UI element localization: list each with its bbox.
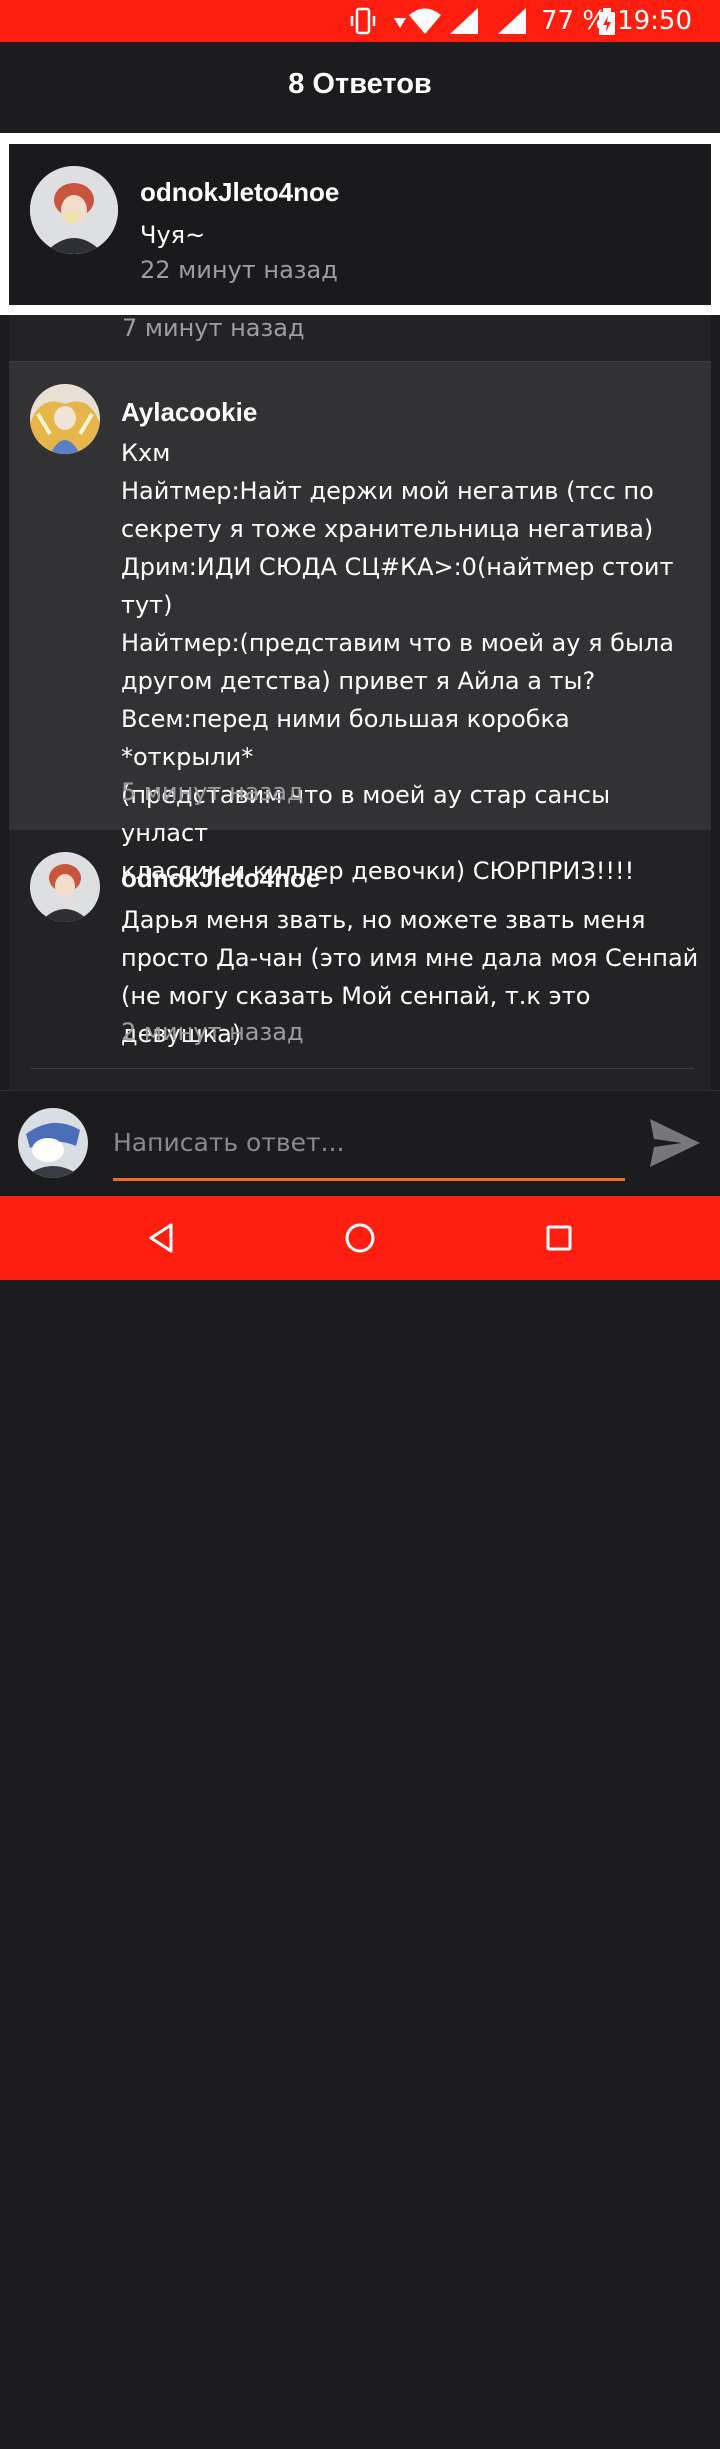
reply-line: Дарья меня звать, но можете звать меня — [121, 906, 646, 934]
avatar[interactable] — [30, 166, 118, 254]
comment-username[interactable]: odnokJleto4noe — [140, 177, 339, 208]
reply-item[interactable]: odnokJleto4noe Дарья меня звать, но може… — [9, 830, 711, 1070]
reply-line: Кхм — [121, 439, 171, 467]
reply-line: Найтмер:Найт держи мой негатив (тсс по — [121, 477, 654, 505]
wifi-icon — [409, 8, 441, 34]
avatar[interactable] — [30, 852, 100, 922]
reply-line: другом детства) привет я Айла а ты? — [121, 667, 596, 695]
avatar[interactable] — [30, 384, 100, 454]
signal-2-icon: ✕ — [498, 8, 526, 34]
page-title: 8 Ответов — [288, 68, 432, 100]
reply-text: Кхм Найтмер:Найт держи мой негатив (тсс … — [121, 434, 701, 890]
reply-time: 2 минут назад — [121, 1018, 304, 1046]
status-bar: ✕ ✕ 77 % 19:50 — [0, 0, 720, 42]
reply-line: Дрим:ИДИ СЮДА СЦ#КА>:0(найтмер стоит тут… — [121, 553, 674, 619]
reply-username[interactable]: Aylacookie — [121, 397, 257, 428]
reply-placeholder: Написать ответ... — [113, 1128, 345, 1157]
data-arrow-icon — [394, 18, 406, 28]
parent-comment[interactable]: odnokJleto4noe Чуя~ 22 минут назад — [9, 144, 711, 305]
divider — [30, 1068, 694, 1069]
title-bar: 8 Ответов — [0, 42, 720, 130]
home-icon[interactable] — [344, 1222, 376, 1254]
recents-icon[interactable] — [545, 1224, 573, 1252]
comment-text: Чуя~ — [140, 221, 206, 249]
signal-1-icon: ✕ — [450, 8, 478, 34]
reply-input[interactable]: Написать ответ... — [113, 1118, 625, 1181]
replies-list[interactable]: 7 минут назад Aylacookie Кхм Найтмер:Най… — [9, 314, 711, 1090]
back-icon[interactable] — [146, 1222, 176, 1254]
reply-line: просто Да-чан (это имя мне дала моя Сенп… — [121, 944, 699, 972]
svg-text:✕: ✕ — [454, 8, 466, 24]
reply-item[interactable]: Aylacookie Кхм Найтмер:Найт держи мой не… — [9, 362, 711, 885]
reply-line: секрету я тоже хранительница негатива) — [121, 515, 654, 543]
vibrate-icon — [350, 7, 376, 35]
send-icon[interactable] — [648, 1117, 702, 1169]
reply-time-partial: 7 минут назад — [122, 314, 305, 342]
reply-time: 5 минут назад — [121, 778, 304, 806]
parent-comment-frame: odnokJleto4noe Чуя~ 22 минут назад — [0, 133, 720, 315]
avatar[interactable] — [18, 1108, 88, 1178]
clock: 19:50 — [617, 6, 692, 36]
back-icon[interactable] — [146, 2419, 174, 2449]
reply-line: Всем:перед ними большая коробка *открыли… — [121, 705, 570, 771]
reply-username[interactable]: odnokJleto4noe — [121, 863, 320, 894]
svg-text:✕: ✕ — [502, 8, 514, 24]
comment-time: 22 минут назад — [140, 256, 338, 284]
reply-line: Найтмер:(представим что в моей ау я была — [121, 629, 674, 657]
battery-charging-icon — [599, 8, 615, 35]
